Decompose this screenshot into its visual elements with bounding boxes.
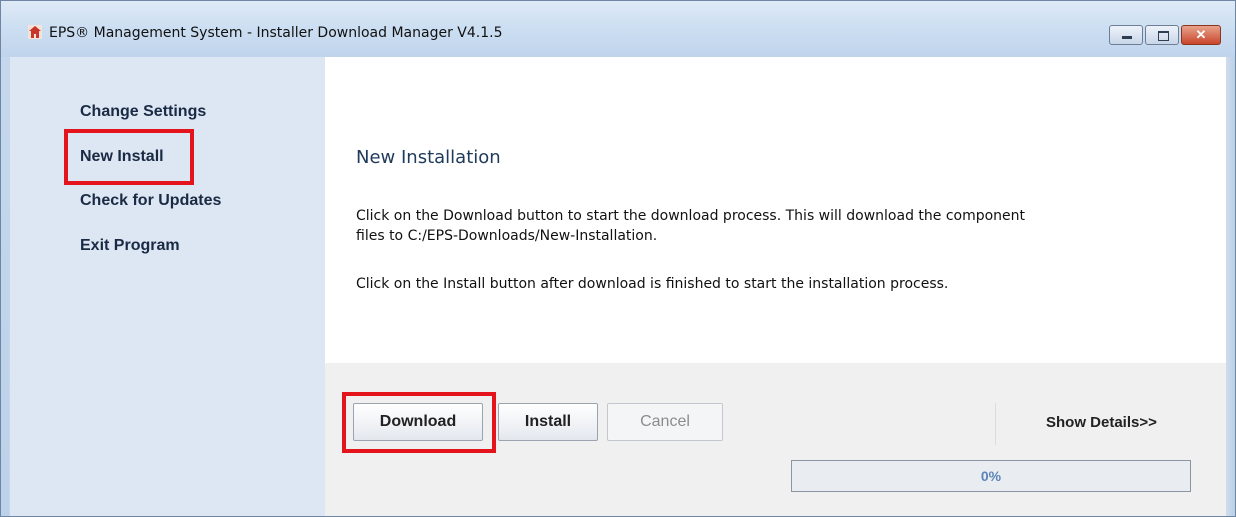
- minimize-icon: [1122, 36, 1132, 39]
- page-title: New Installation: [356, 147, 501, 168]
- action-panel: Download Install Cancel Show Details>> 0…: [325, 363, 1226, 516]
- window-title: EPS® Management System - Installer Downl…: [49, 25, 503, 41]
- install-button[interactable]: Install: [498, 403, 598, 441]
- app-window: EPS® Management System - Installer Downl…: [0, 0, 1236, 517]
- app-icon: [28, 25, 42, 39]
- progress-bar: 0%: [791, 460, 1191, 492]
- maximize-icon: [1158, 31, 1169, 41]
- sidebar-item-exit-program[interactable]: Exit Program: [80, 237, 180, 255]
- instruction-text-1: Click on the Download button to start th…: [356, 206, 1206, 246]
- sidebar: Change Settings New Install Check for Up…: [9, 57, 326, 516]
- window-border-right: [1226, 57, 1235, 516]
- sidebar-item-check-for-updates[interactable]: Check for Updates: [80, 192, 221, 210]
- maximize-button[interactable]: [1145, 25, 1179, 45]
- window-controls: ✕: [1107, 25, 1221, 45]
- content-panel: New Installation Click on the Download b…: [325, 57, 1226, 363]
- instruction-text-1-line-1: Click on the Download button to start th…: [356, 208, 1026, 224]
- minimize-button[interactable]: [1109, 25, 1143, 45]
- title-bar[interactable]: EPS® Management System - Installer Downl…: [1, 1, 1235, 57]
- cancel-button[interactable]: Cancel: [607, 403, 723, 441]
- sidebar-item-change-settings[interactable]: Change Settings: [80, 103, 206, 121]
- show-details-link[interactable]: Show Details>>: [1046, 414, 1157, 431]
- instruction-text-1-line-2: files to C:/EPS-Downloads/New-Installati…: [356, 228, 658, 244]
- divider: [995, 403, 996, 445]
- instruction-text-2: Click on the Install button after downlo…: [356, 276, 949, 292]
- progress-label: 0%: [980, 468, 1002, 484]
- close-icon: ✕: [1195, 27, 1207, 42]
- close-button[interactable]: ✕: [1181, 25, 1221, 45]
- highlight-box-new-install: [64, 129, 194, 185]
- highlight-box-download: [342, 392, 496, 453]
